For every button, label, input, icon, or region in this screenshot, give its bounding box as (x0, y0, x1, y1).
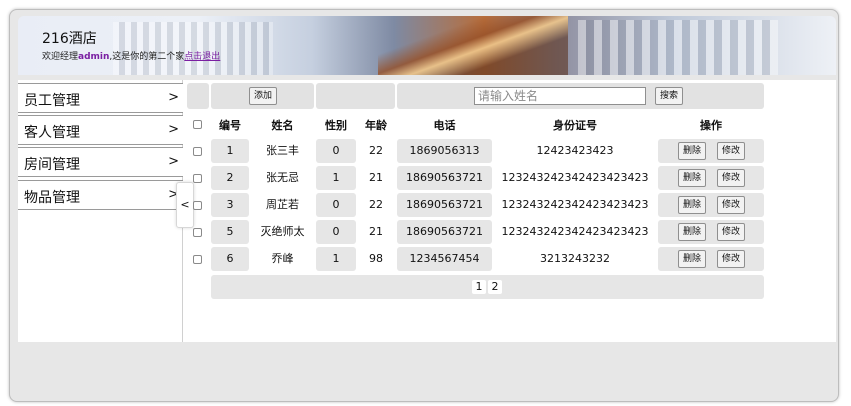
cell-phone: 18690563721 (397, 220, 492, 244)
cell-name: 周芷若 (266, 198, 299, 211)
page-link-1[interactable]: 1 (472, 280, 486, 294)
cell-actions (658, 220, 764, 244)
cell-idcard: 123243242342423423423 (501, 171, 649, 184)
row-checkbox[interactable] (193, 174, 202, 183)
edit-button[interactable]: 修改 (717, 250, 746, 268)
logout-link[interactable]: 点击退出 (184, 52, 220, 62)
welcome-suffix: ,这是你的第二个家 (109, 52, 185, 62)
cell-phone: 1869056313 (397, 139, 492, 163)
cell-actions (658, 139, 764, 163)
sidebar-item-goods[interactable]: 物品管理 > (18, 180, 183, 210)
cell-phone: 18690563721 (397, 193, 492, 217)
chevron-right-icon: > (168, 122, 179, 137)
cell-gender: 0 (316, 139, 356, 163)
sidebar-item-staff[interactable]: 员工管理 > (18, 83, 183, 113)
cell-phone: 18690563721 (397, 166, 492, 190)
cell-gender: 1 (316, 247, 356, 271)
row-checkbox[interactable] (193, 147, 202, 156)
sidebar: 员工管理 > 客人管理 > 房间管理 > 物品管理 > (18, 80, 183, 342)
delete-button[interactable]: 删除 (678, 223, 707, 241)
cell-age: 21 (369, 225, 383, 238)
cell-gender: 0 (316, 220, 356, 244)
cell-idcard: 123243242342423423423 (501, 198, 649, 211)
cell-name: 张无忌 (266, 171, 299, 184)
sidebar-item-rooms[interactable]: 房间管理 > (18, 147, 183, 177)
cell-age: 22 (369, 144, 383, 157)
column-header-idcard: 身份证号 (553, 119, 597, 132)
toolbar-cell-checkbox (187, 83, 209, 109)
cell-idcard: 12423423423 (536, 144, 614, 157)
cell-idcard: 123243242342423423423 (501, 225, 649, 238)
cell-id: 1 (211, 139, 249, 163)
sidebar-item-label: 房间管理 (24, 157, 80, 173)
banner-building-mid (378, 16, 568, 75)
header-banner: 216酒店 欢迎经理admin,这是你的第二个家点击退出 (18, 16, 836, 75)
cell-actions (658, 247, 764, 271)
edit-button[interactable]: 修改 (717, 169, 746, 187)
cell-name: 灭绝师太 (260, 225, 305, 238)
sidebar-collapse-button[interactable]: < (176, 182, 194, 228)
cell-gender: 0 (316, 193, 356, 217)
column-header-id: 编号 (219, 119, 241, 132)
cell-age: 98 (369, 252, 383, 265)
cell-id: 2 (211, 166, 249, 190)
edit-button[interactable]: 修改 (717, 223, 746, 241)
banner-building-right (578, 20, 778, 75)
chevron-right-icon: > (168, 154, 179, 169)
column-header-gender: 性别 (325, 119, 347, 132)
search-button[interactable]: 搜索 (655, 87, 684, 105)
column-header-name: 姓名 (271, 119, 294, 132)
cell-id: 5 (211, 220, 249, 244)
cell-age: 21 (369, 171, 383, 184)
row-checkbox[interactable] (193, 228, 202, 237)
cell-id: 3 (211, 193, 249, 217)
cell-actions (658, 193, 764, 217)
search-input[interactable] (474, 87, 646, 105)
chevron-right-icon: > (168, 90, 179, 105)
delete-button[interactable]: 删除 (678, 250, 707, 268)
cell-phone: 1234567454 (397, 247, 492, 271)
cell-name: 张三丰 (266, 144, 299, 157)
row-checkbox[interactable] (193, 255, 202, 264)
cell-gender: 1 (316, 166, 356, 190)
cell-idcard: 3213243232 (540, 252, 610, 265)
cell-age: 22 (369, 198, 383, 211)
edit-button[interactable]: 修改 (717, 142, 746, 160)
delete-button[interactable]: 删除 (678, 196, 707, 214)
welcome-prefix: 欢迎经理 (42, 52, 79, 62)
hotel-brand: 216酒店 (42, 31, 97, 47)
sidebar-item-label: 客人管理 (24, 125, 80, 141)
row-checkbox[interactable] (193, 201, 202, 210)
cell-id: 6 (211, 247, 249, 271)
cell-name: 乔峰 (271, 252, 294, 265)
column-header-phone: 电话 (433, 119, 456, 132)
sidebar-item-label: 物品管理 (24, 190, 80, 206)
column-header-actions: 操作 (700, 119, 722, 132)
sidebar-item-guests[interactable]: 客人管理 > (18, 115, 183, 145)
toolbar-cell-empty (316, 83, 395, 109)
welcome-text: 欢迎经理admin,这是你的第二个家点击退出 (42, 49, 220, 62)
sidebar-item-label: 员工管理 (24, 93, 80, 109)
cell-actions (658, 166, 764, 190)
username: admin (78, 52, 110, 62)
edit-button[interactable]: 修改 (717, 196, 746, 214)
page-link-2[interactable]: 2 (488, 280, 502, 294)
select-all-checkbox[interactable] (193, 120, 202, 129)
delete-button[interactable]: 删除 (678, 169, 707, 187)
delete-button[interactable]: 删除 (678, 142, 707, 160)
add-button[interactable]: 添加 (249, 87, 278, 105)
column-header-age: 年龄 (365, 119, 387, 132)
